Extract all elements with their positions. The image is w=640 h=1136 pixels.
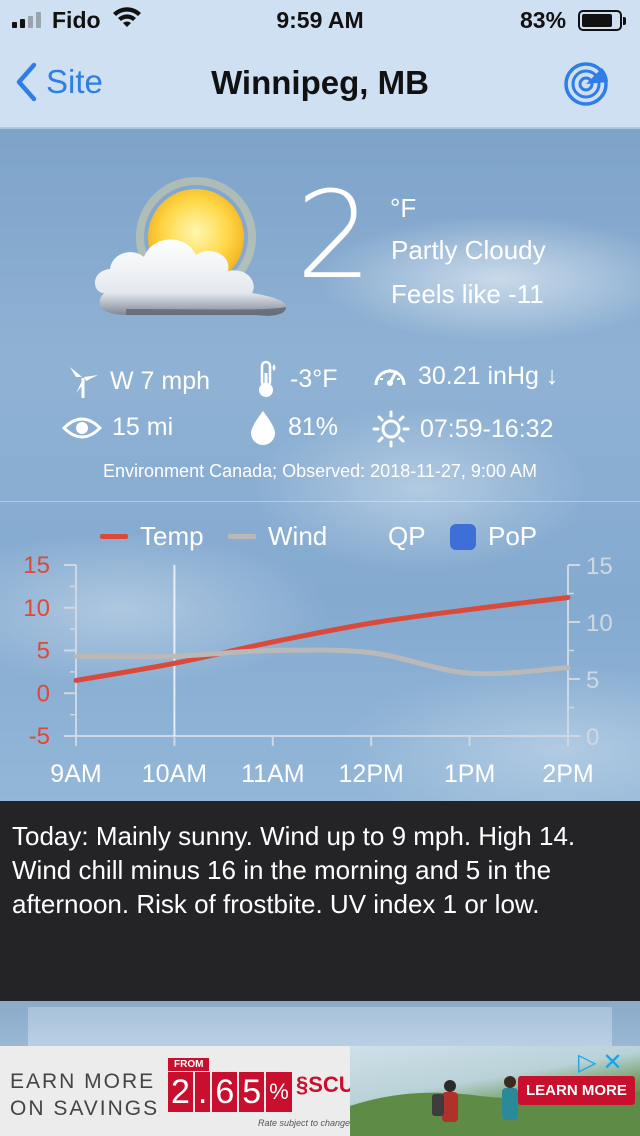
- humidity-detail: 81%: [248, 409, 338, 445]
- wind-turbine-icon: [70, 367, 98, 398]
- battery-icon: [578, 10, 626, 31]
- right-axis-tick-label: 5: [586, 667, 599, 694]
- sun-times-value: 07:59-16:32: [420, 414, 554, 443]
- wind-detail: W 7 mph: [66, 363, 210, 399]
- left-axis-tick-label: -5: [29, 723, 50, 750]
- ad-rate-digit: 2: [168, 1072, 193, 1112]
- visibility-detail: 15 mi: [62, 413, 173, 442]
- brand-logo-icon: §: [296, 1072, 309, 1097]
- wind-value: W 7 mph: [110, 366, 211, 395]
- weather-panel: 2 °F Partly Cloudy Feels like -11 W 7 mp…: [0, 129, 640, 801]
- status-bar: Fido 9:59 AM 83%: [0, 0, 640, 40]
- ad-headline-line-1: EARN MORE: [10, 1070, 156, 1093]
- observation-source: Environment Canada; Observed: 2018-11-27…: [103, 461, 537, 481]
- sun-icon: [372, 410, 410, 448]
- ad-from-label: FROM: [168, 1058, 210, 1071]
- humidity-value: 81%: [288, 412, 339, 441]
- ad-headline-line-2: ON SAVINGS: [10, 1097, 160, 1120]
- next-card-preview: [0, 1001, 640, 1046]
- ad-brand-name: SCU: [308, 1072, 355, 1097]
- battery-percent: 83%: [520, 7, 567, 33]
- radar-icon[interactable]: [562, 60, 610, 108]
- feels-like: Feels like -11: [391, 279, 544, 309]
- x-axis-tick-label: 10AM: [142, 760, 207, 788]
- x-axis-tick-label: 1PM: [444, 760, 495, 788]
- left-axis-tick-label: 0: [37, 680, 50, 707]
- left-axis-tick-label: 15: [23, 552, 50, 579]
- legend-temp[interactable]: Temp: [100, 521, 204, 552]
- ad-rate-value: 2. 6 5%: [168, 1072, 294, 1112]
- top-bar: Fido 9:59 AM 83% Site Winnipeg, MB: [0, 0, 640, 128]
- right-axis-tick-label: 15: [586, 553, 613, 580]
- x-axis-tick-label: 2PM: [542, 760, 593, 788]
- x-axis-tick-label: 11AM: [241, 760, 304, 788]
- legend-pop[interactable]: PoP: [450, 521, 537, 552]
- navigation-bar: Site Winnipeg, MB: [0, 40, 640, 128]
- dew-point-detail: -3°F: [254, 359, 338, 399]
- ad-rate: FROM 2. 6 5% Rate subject to change: [168, 1058, 350, 1130]
- legend-qp[interactable]: QP: [388, 521, 426, 552]
- legend-temp-swatch: [100, 534, 128, 539]
- left-axis-tick-label: 5: [37, 638, 50, 665]
- ad-rate-note: Rate subject to change: [258, 1118, 351, 1128]
- right-axis-tick-label: 0: [586, 724, 599, 751]
- section-divider: [0, 501, 640, 502]
- ad-rate-digit: %: [266, 1072, 292, 1112]
- x-axis-tick-label: 9AM: [50, 760, 101, 788]
- temperature-unit: °F: [390, 193, 417, 223]
- legend-qp-label: QP: [388, 521, 426, 551]
- ad-controls: ▷ ✕: [578, 1048, 623, 1077]
- ad-banner[interactable]: EARN MORE ON SAVINGS FROM 2. 6 5% Rate sub…: [0, 1046, 640, 1136]
- ad-learn-more-button[interactable]: LEARN MORE: [518, 1076, 635, 1105]
- hourly-chart: 15 10 5 0 -5 15 10 5 0 9AM 10AM 11AM 12PM 1PM 2PM: [23, 552, 613, 788]
- pressure-detail: 30.21 inHg ↓: [372, 361, 558, 391]
- current-temperature: 2: [296, 167, 373, 306]
- visibility-value: 15 mi: [112, 413, 174, 441]
- page-title: Winnipeg, MB: [211, 64, 429, 101]
- condition-text: Partly Cloudy: [391, 235, 546, 265]
- temp-series-line: [73, 594, 571, 683]
- legend-temp-label: Temp: [140, 521, 204, 551]
- ad-brand: §SCU: [296, 1072, 355, 1098]
- dew-point-value: -3°F: [290, 364, 338, 393]
- pressure-value: 30.21 inHg ↓: [418, 361, 559, 390]
- x-axis-tick-label: 12PM: [339, 760, 404, 788]
- legend-pop-swatch: [450, 523, 476, 550]
- thermometer-icon: [259, 360, 276, 397]
- legend-wind-label: Wind: [268, 521, 328, 551]
- close-icon[interactable]: ✕: [602, 1048, 622, 1077]
- gauge-icon: [374, 369, 406, 386]
- right-axis-tick-label: 10: [586, 610, 613, 637]
- ad-rate-digit: 6: [212, 1072, 238, 1112]
- left-axis-tick-label: 10: [23, 595, 50, 622]
- ad-headline: EARN MORE ON SAVINGS: [10, 1068, 159, 1122]
- eye-icon: [62, 417, 102, 438]
- water-drop-icon: [251, 411, 275, 445]
- adchoices-icon[interactable]: ▷: [578, 1048, 596, 1077]
- legend-wind-swatch: [228, 534, 256, 539]
- partly-cloudy-icon: [94, 177, 286, 316]
- forecast-text: Today: Mainly sunny. Wind up to 9 mph. H…: [0, 801, 640, 1001]
- legend-wind[interactable]: Wind: [228, 521, 327, 552]
- ad-rate-digit: 5: [239, 1072, 265, 1112]
- ad-rate-digit: .: [194, 1072, 211, 1112]
- sun-times-detail: 07:59-16:32: [372, 410, 553, 448]
- legend-pop-label: PoP: [488, 521, 538, 551]
